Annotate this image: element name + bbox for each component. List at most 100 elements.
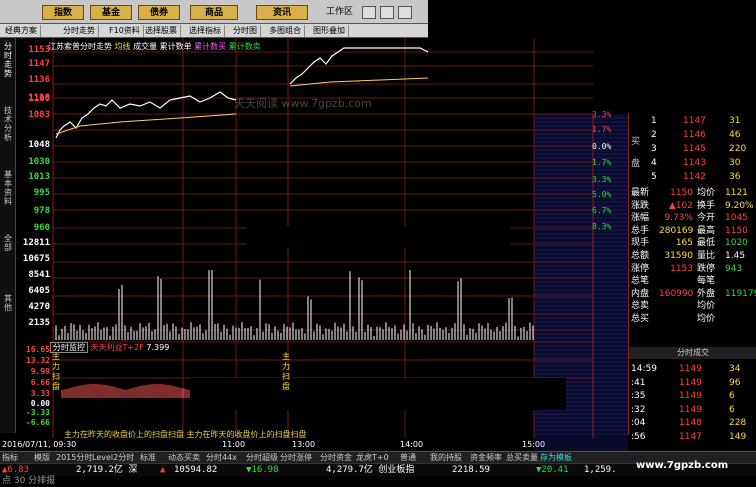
quote-field-row: 涨幅 9.73% 今开 1045 (629, 212, 756, 224)
field-value: 31590 (664, 251, 693, 261)
marker-main: 主 (52, 352, 60, 361)
overlay-box-2 (246, 226, 510, 248)
minimize-icon[interactable] (362, 6, 376, 19)
field-label: 最低 (697, 238, 716, 249)
sub-tick: 13.32 (25, 356, 50, 365)
volume-tick: 12811 (22, 238, 50, 248)
buy-level-row[interactable]: 2 1146 46 (629, 129, 756, 141)
level-index: 1 (651, 116, 657, 126)
tab-overlay[interactable]: 图形叠加 (310, 25, 349, 37)
marker-force: 力 (52, 362, 60, 371)
trade-time: :41 (631, 377, 646, 388)
field-label: 总卖 (631, 301, 650, 312)
tab-classic[interactable]: 经典方案 (2, 25, 41, 37)
field-label: 外盘 (697, 288, 716, 299)
buy-level-row[interactable]: 5 1142 36 (629, 171, 756, 183)
pct-tick: 0.0% (592, 142, 612, 151)
field-label: 最高 (697, 225, 716, 236)
top-toolbar: 指数 基金 债券 商品 资讯 工作区 (0, 0, 428, 24)
buy-level-row[interactable]: 4 1143 30 (629, 157, 756, 169)
price-tick: 1030 (28, 157, 50, 167)
trade-time: :35 (631, 391, 646, 401)
commodity-button[interactable]: 商品 (190, 5, 238, 20)
marker-column-left: 主 力 扫 盘 (52, 352, 62, 392)
field-value: 943 (725, 263, 743, 274)
status-item: 2218.59 (452, 465, 490, 475)
trades-title[interactable]: 分时成交 (629, 347, 756, 359)
trade-volume: 96 (729, 377, 741, 388)
pct-tick: 1.7% (592, 158, 612, 167)
buy-level-row[interactable]: 1 1147 31 (629, 115, 756, 127)
level-price: 1142 (683, 172, 706, 182)
volume-tick: 8541 (28, 270, 50, 280)
level-volume: 36 (729, 172, 741, 182)
volume-tick: 10675 (22, 254, 50, 264)
sub-chart-header: 分时监控 天天利益T+2F 7.399 (50, 342, 169, 353)
pct-tick: 5.0% (592, 190, 612, 199)
trade-time: 14:59 (631, 364, 657, 374)
tab-multi-chart[interactable]: 多图组合 (266, 25, 305, 37)
field-label: 内盘 (631, 288, 650, 299)
quote-field-row: 总卖 均价 (629, 300, 756, 312)
level-volume: 31 (729, 116, 741, 126)
bond-button[interactable]: 债券 (138, 5, 180, 20)
command-line[interactable]: 点 30 分排报 (0, 476, 200, 487)
sub-tick: -3.33 (25, 408, 50, 417)
trade-volume: 228 (729, 418, 747, 428)
trade-price: 1148 (679, 418, 702, 428)
trade-row: :41 1149 96 (629, 377, 756, 389)
level-index: 4 (651, 158, 657, 168)
time-label: 15:00 (522, 440, 546, 449)
price-tick: 1048 (28, 140, 50, 150)
index-button[interactable]: 指数 (42, 5, 84, 20)
sub-tick: 3.33 (30, 389, 50, 398)
status-item: ▼20.41 (536, 465, 569, 475)
field-label: 涨幅 (631, 213, 650, 224)
restore-icon[interactable] (380, 6, 394, 19)
time-label: 11:00 (222, 440, 246, 449)
sub-tick: -6.66 (25, 418, 50, 427)
tab-f10[interactable]: F10资料 (106, 25, 144, 37)
trade-price: 1149 (679, 391, 702, 401)
field-value: 280169 (659, 225, 694, 236)
sub-chart-value: 7.399 (146, 343, 170, 352)
fund-button[interactable]: 基金 (90, 5, 132, 20)
quote-field-row: 总笔 每笔 (629, 275, 756, 287)
field-label: 跌停 (697, 263, 716, 274)
trade-price: 1149 (679, 404, 702, 415)
close-icon[interactable] (398, 6, 412, 19)
field-label: 最新 (631, 188, 650, 198)
price-tick: 960 (33, 223, 50, 233)
time-label: 13:00 (292, 440, 316, 449)
quote-field-row: 最新 1150 均价 1121 (629, 187, 756, 199)
legend-cum-count: 累计数单 (159, 42, 192, 51)
quote-panel: 买盘 1 1147 31 2 1146 46 3 1145 220 4 1143 30 5 1142 36 … (628, 113, 756, 442)
field-value: 1045 (725, 213, 748, 224)
pct-tick: 8.3% (592, 222, 612, 231)
volume-tick: 4270 (28, 302, 50, 312)
tab-intraday-chart[interactable]: 分时图 (230, 25, 261, 37)
tab-intraday[interactable]: 分时走势 (60, 25, 99, 37)
volume-bars (55, 270, 534, 340)
legend-volume: 成交量 (133, 42, 158, 51)
tab-select-indicator[interactable]: 选择指标 (186, 25, 225, 37)
tab-select-stock[interactable]: 选择股票 (142, 25, 181, 37)
quote-field-row: 涨停 1153 跌停 943 (629, 263, 756, 275)
watermark: 天天阅读 www.7gpzb.com (234, 97, 372, 110)
quote-field-row: 现手 165 最低 1020 (629, 237, 756, 249)
price-tick: 1083 (28, 110, 50, 120)
trade-price: 1149 (679, 364, 702, 374)
news-button[interactable]: 资讯 (256, 5, 308, 20)
workspace-label[interactable]: 工作区 (326, 5, 353, 20)
sub-tick: 0.00 (30, 399, 50, 408)
sub-chart-legend: 天天利益T+2F (90, 343, 144, 352)
level-price: 1143 (683, 158, 706, 168)
site-watermark: www.7gpzb.com (636, 460, 729, 471)
legend-cum-buy: 累计数买 (194, 42, 227, 51)
buy-level-row[interactable]: 3 1145 220 (629, 143, 756, 155)
field-value: ▲102 (668, 200, 693, 211)
field-label: 均价 (697, 188, 716, 198)
time-label: 14:00 (400, 440, 424, 449)
marker-column-mid: 主 力 扫 盘 (282, 352, 292, 392)
marker-sweep: 扫 (282, 372, 290, 381)
